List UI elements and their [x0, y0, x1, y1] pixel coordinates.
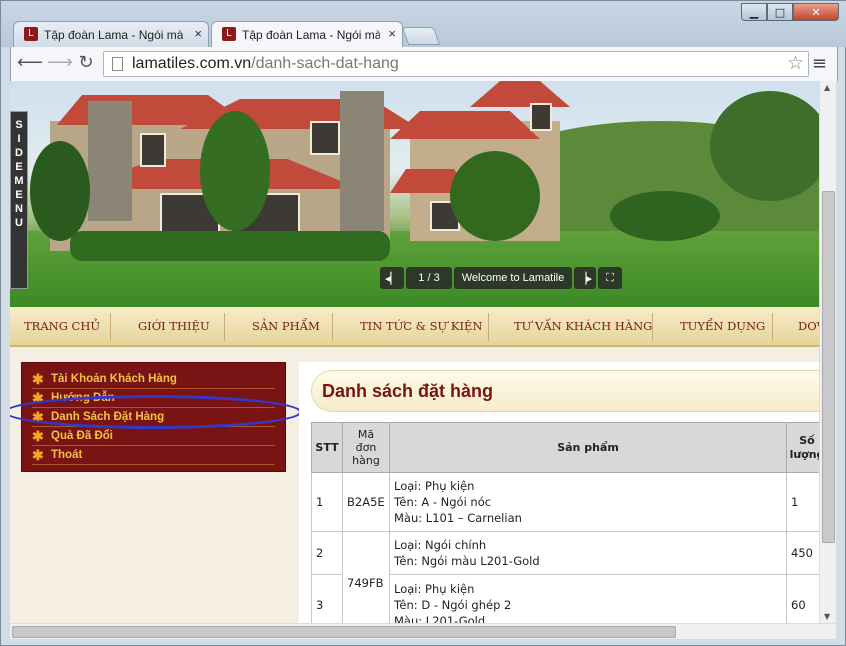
row-product: Loại: Ngói chính Tên: Ngói màu L201-Gold	[389, 531, 787, 575]
close-tab-icon[interactable]: ×	[388, 26, 396, 41]
window-controls: ▁ □ ✕	[741, 3, 839, 21]
horizontal-scrollbar[interactable]	[10, 623, 836, 639]
sidebar-item-gifts[interactable]: ✱ Quà Đã Đổi	[32, 428, 275, 446]
asterisk-icon: ✱	[32, 447, 44, 463]
nav-item-products[interactable]: SẢN PHẨM	[252, 319, 320, 333]
url-host: lamatiles.com.vn	[132, 55, 252, 72]
tab-strip: L Tập đoàn Lama - Ngói mà × L Tập đoàn L…	[1, 1, 846, 47]
nav-item-careers[interactable]: TUYỂN DỤNG	[680, 319, 765, 333]
slide-counter: 1 / 3	[406, 267, 452, 289]
vertical-scroll-thumb[interactable]	[822, 191, 835, 543]
nav-item-home[interactable]: TRANG CHỦ	[24, 319, 100, 333]
highlight-ellipse	[10, 395, 302, 429]
col-product: Sản phẩm	[389, 422, 787, 473]
nav-item-download[interactable]: DOWN	[798, 319, 819, 333]
col-stt: STT	[311, 422, 343, 473]
back-arrow-icon[interactable]: ⟵	[17, 53, 43, 73]
hero-banner: SIDE MENU ◂▏ 1 / 3 Welcome to Lamatile ▕…	[10, 81, 819, 307]
side-menu-toggle[interactable]: SIDE MENU	[10, 111, 28, 289]
browser-window: L Tập đoàn Lama - Ngói mà × L Tập đoàn L…	[0, 0, 846, 646]
lama-favicon-icon: L	[24, 27, 38, 41]
tab-title: Tập đoàn Lama - Ngói mà	[44, 27, 184, 42]
page-viewport: SIDE MENU ◂▏ 1 / 3 Welcome to Lamatile ▕…	[10, 81, 819, 623]
close-tab-icon[interactable]: ×	[194, 26, 202, 41]
heading-box: Danh sách đặt hàng	[311, 370, 819, 412]
slider-next-button[interactable]: ▕▸	[574, 267, 596, 289]
col-quantity: Số lượng	[786, 422, 819, 473]
scroll-down-icon[interactable]: ▼	[824, 612, 830, 621]
forward-arrow-icon[interactable]: ⟶	[47, 53, 73, 73]
maximize-button[interactable]: □	[767, 3, 793, 21]
slider-prev-button[interactable]: ◂▏	[380, 267, 404, 289]
order-list-panel: Danh sách đặt hàng STT Mã đơn hàng Sản p…	[299, 362, 819, 623]
page-icon	[112, 57, 123, 71]
side-menu-label: SIDE MENU	[14, 119, 24, 229]
url-path: /danh-sach-dat-hang	[251, 55, 399, 72]
row-stt: 2	[311, 531, 343, 575]
page-title: Danh sách đặt hàng	[322, 381, 494, 401]
sidebar-item-account[interactable]: ✱ Tài Khoản Khách Hàng	[32, 371, 275, 389]
row-quantity: 450	[786, 531, 819, 575]
vertical-scrollbar[interactable]: ▲ ▼	[819, 81, 836, 623]
asterisk-icon: ✱	[32, 428, 44, 444]
lama-favicon-icon: L	[222, 27, 236, 41]
nav-item-about[interactable]: GIỚI THIỆU	[138, 319, 210, 333]
close-window-button[interactable]: ✕	[793, 3, 839, 21]
browser-toolbar: ⟵ ⟶ ↻ lamatiles.com.vn/danh-sach-dat-han…	[10, 47, 838, 81]
reload-icon[interactable]: ↻	[75, 53, 97, 73]
scroll-up-icon[interactable]: ▲	[824, 83, 830, 92]
browser-tab-1[interactable]: L Tập đoàn Lama - Ngói mà ×	[13, 21, 209, 47]
sidebar-item-logout[interactable]: ✱ Thoát	[32, 447, 275, 465]
bookmark-star-icon[interactable]: ☆	[787, 52, 804, 75]
address-bar[interactable]: lamatiles.com.vn/danh-sach-dat-hang ☆	[103, 51, 809, 77]
row-order-code: 749FB	[342, 531, 390, 623]
nav-item-consulting[interactable]: TƯ VẤN KHÁCH HÀNG	[514, 319, 652, 333]
col-order-code: Mã đơn hàng	[342, 422, 390, 473]
fullscreen-icon[interactable]: ⛶	[598, 267, 622, 289]
row-product: Loại: Phụ kiện Tên: A - Ngói nóc Màu: L1…	[389, 472, 787, 532]
row-order-code: B2A5E	[342, 472, 390, 532]
row-stt: 1	[311, 472, 343, 532]
tab-title: Tập đoàn Lama - Ngói mà	[242, 27, 380, 42]
row-product: Loại: Phụ kiện Tên: D - Ngói ghép 2 Màu:…	[389, 574, 787, 623]
table-row: 2 749FB Loại: Ngói chính Tên: Ngói màu L…	[311, 531, 819, 623]
main-nav: TRANG CHỦ GIỚI THIỆU SẢN PHẨM TIN TỨC & …	[10, 307, 819, 347]
horizontal-scroll-thumb[interactable]	[12, 626, 676, 638]
slide-caption: Welcome to Lamatile	[454, 267, 572, 289]
orders-table: STT Mã đơn hàng Sản phẩm Số lượng 1 B2A5…	[311, 422, 819, 623]
minimize-button[interactable]: ▁	[741, 3, 767, 21]
nav-item-news[interactable]: TIN TỨC & SỰ KIỆN	[360, 319, 482, 333]
asterisk-icon: ✱	[32, 371, 44, 387]
table-row: 1 B2A5E Loại: Phụ kiện Tên: A - Ngói nóc…	[311, 472, 819, 532]
row-quantity: 1	[786, 472, 819, 532]
row-stt: 3	[311, 574, 343, 623]
new-tab-button[interactable]	[401, 27, 441, 45]
browser-tab-2[interactable]: L Tập đoàn Lama - Ngói mà ×	[211, 21, 403, 47]
menu-icon[interactable]: ≡	[812, 53, 827, 74]
row-quantity: 60	[786, 574, 819, 623]
